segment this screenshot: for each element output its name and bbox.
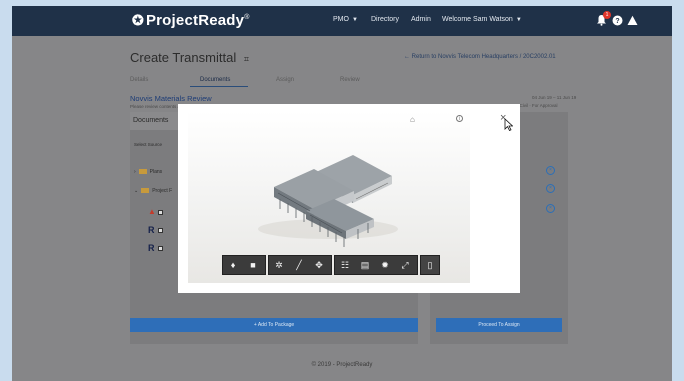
folder-icon [138,169,147,175]
return-link[interactable]: ← Return to Novvis Telecom Headquarters … [404,54,556,60]
package-name: Novvis Materials Review [130,94,212,103]
tree-file-row[interactable]: R [148,225,163,235]
nav-pmo[interactable]: PMO ▼ [333,16,358,23]
chevron-down-icon: ▼ [351,17,358,23]
document-icon[interactable]: ▯ [424,260,436,271]
fullscreen-icon[interactable]: ⤢ [399,260,411,271]
mouse-cursor-icon [504,118,513,131]
active-tab-indicator [190,86,248,87]
tree-item-label: Plans [149,169,163,175]
folder-icon [141,188,150,194]
orbit-icon[interactable]: ✲ [273,260,285,271]
tree-file-row[interactable]: R [148,243,163,253]
proceed-to-assign-button[interactable]: Proceed To Assign [436,318,562,332]
remove-item-icon[interactable]: × [546,184,555,193]
model-viewer-modal: ⌂ i ♦ ■ ✲ ╱ ✥ ☷ ▤ ✹ ⤢ ▯ × [178,104,520,293]
tree-file-row[interactable]: ▲ [148,207,163,216]
model-tree-icon[interactable]: ☷ [339,260,351,271]
svg-text:?: ? [615,18,619,25]
page-title: Create Transmittal ⌗ [130,50,249,65]
logo-registered-mark: ® [244,14,250,21]
logo-text: ProjectReady [145,12,245,29]
notification-badge: 1 [603,11,611,19]
tree-item-project[interactable]: ⌄ Project F [134,188,172,194]
tab-assign[interactable]: Assign [276,77,294,83]
page-footer: © 2019 - ProjectReady [311,362,373,368]
app-logo[interactable]: ✪ ProjectReady® [132,12,250,29]
file-checkbox[interactable] [157,210,163,216]
help-icon[interactable]: ? [612,13,623,31]
remove-item-icon[interactable]: × [546,204,555,213]
nav-admin-label: Admin [411,16,431,23]
walk-icon[interactable]: ♦ [227,260,239,270]
nav-user-label: Welcome Sam Watson [442,16,513,23]
file-checkbox[interactable] [158,227,163,233]
nav-user-menu[interactable]: Welcome Sam Watson ▼ [442,16,522,23]
page-title-text: Create Transmittal [130,50,237,65]
nav-directory[interactable]: Directory [371,16,399,23]
chevron-right-icon: › [134,169,136,175]
nav-pmo-label: PMO [333,16,349,23]
select-source-dropdown[interactable]: Select Source [134,142,162,147]
file-checkbox[interactable] [158,245,163,251]
chevron-down-icon: ▼ [515,17,522,23]
warning-icon[interactable] [627,13,638,31]
package-dates: 04 Jun 19 – 11 Jun 19 [532,95,577,100]
tree-item-plans[interactable]: › Plans [134,169,162,175]
top-navigation-bar: ✪ ProjectReady® PMO ▼ Directory Admin Welc… [12,6,672,36]
tree-item-label: Project F [152,188,173,194]
chevron-down-icon: ⌄ [134,188,139,194]
tab-documents[interactable]: Documents [200,77,230,83]
remove-item-icon[interactable]: × [546,166,555,175]
explode-icon[interactable]: ✥ [313,260,325,271]
properties-icon[interactable]: ▤ [359,260,371,271]
navigation-tool-group: ♦ ■ [222,255,266,275]
pdf-file-icon: ▲ [148,207,156,216]
nav-admin[interactable]: Admin [411,16,431,23]
add-to-package-button[interactable]: + Add To Package [130,318,418,332]
title-icon: ⌗ [243,54,249,64]
3d-model-viewport[interactable]: ⌂ i ♦ ■ ✲ ╱ ✥ ☷ ▤ ✹ ⤢ ▯ [188,111,470,283]
measure-icon[interactable]: ╱ [293,260,305,271]
revit-file-icon: R [148,225,155,235]
camera-icon[interactable]: ■ [247,260,259,270]
revit-file-icon: R [148,243,155,253]
tab-review[interactable]: Review [340,77,360,83]
settings-icon[interactable]: ✹ [379,260,391,271]
nav-directory-label: Directory [371,16,400,23]
document-tool-group: ▯ [420,255,440,275]
documents-header-label: Documents [133,117,169,124]
bell-icon[interactable]: 1 [596,11,611,31]
logo-gear-icon: ✪ [132,12,144,28]
inspect-tool-group: ✲ ╱ ✥ [268,255,332,275]
tab-details[interactable]: Details [130,77,148,83]
model-tool-group: ☷ ▤ ✹ ⤢ [334,255,418,275]
